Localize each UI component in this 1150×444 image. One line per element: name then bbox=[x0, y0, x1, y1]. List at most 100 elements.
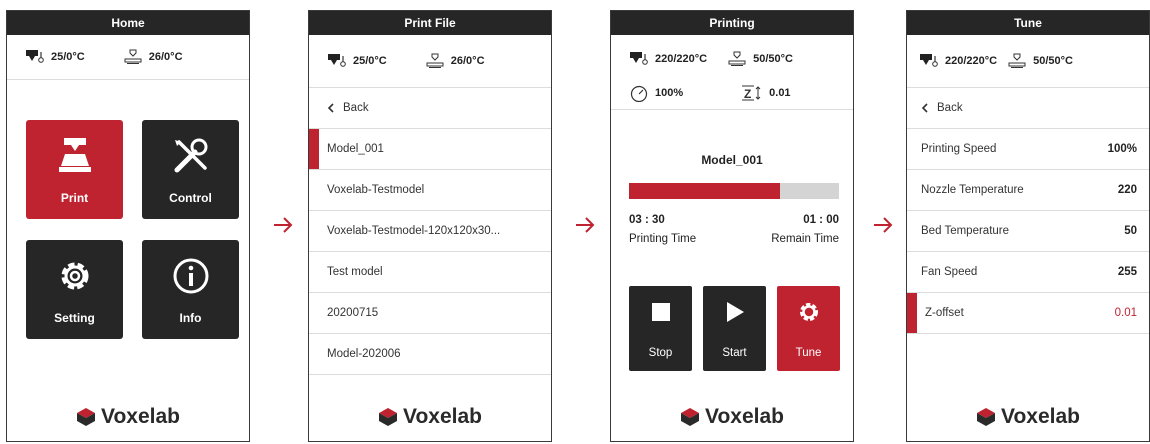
row-label: Fan Speed bbox=[921, 266, 978, 278]
stop-label: Stop bbox=[648, 347, 673, 359]
file-item[interactable]: Model-202006 bbox=[309, 334, 551, 375]
printing-title: Printing bbox=[611, 11, 853, 35]
row-label: Z-offset bbox=[925, 307, 964, 319]
bed-temp-value: 26/0°C bbox=[450, 55, 485, 67]
voxelab-logo-icon bbox=[379, 408, 397, 426]
file-item[interactable]: Voxelab-Testmodel bbox=[309, 170, 551, 211]
home-screen: Home 25/0°C 26/0°C Print Control Setting… bbox=[6, 10, 250, 442]
bed-temp: 50/50°C bbox=[1007, 53, 1073, 69]
chevron-left-icon bbox=[327, 103, 334, 113]
bed-icon bbox=[1008, 53, 1026, 68]
nozzle-temp: 220/220°C bbox=[919, 53, 997, 69]
print-speed: 100% bbox=[629, 84, 683, 102]
bed-icon bbox=[728, 51, 746, 66]
nozzle-temp: 25/0°C bbox=[25, 49, 85, 65]
tune-screen: Tune 220/220°C 50/50°C Back Printing Spe… bbox=[906, 10, 1150, 442]
home-title: Home bbox=[7, 11, 249, 35]
file-item[interactable]: Test model bbox=[309, 252, 551, 293]
temps-bar: 25/0°C 26/0°C bbox=[309, 35, 551, 87]
arrow-right-icon bbox=[576, 217, 595, 233]
info-tile-label: Info bbox=[179, 311, 202, 325]
bed-temp-value: 50/50°C bbox=[753, 53, 793, 65]
stop-button[interactable]: Stop bbox=[629, 286, 692, 371]
speed-z-bar: 100% Z 0.01 bbox=[611, 79, 853, 107]
file-name: Model_001 bbox=[327, 143, 384, 155]
z-offset: Z 0.01 bbox=[741, 84, 791, 102]
z-offset-row[interactable]: Z-offset 0.01 bbox=[907, 293, 1149, 334]
nozzle-icon bbox=[920, 54, 938, 67]
info-icon bbox=[173, 258, 208, 294]
file-item[interactable]: 20200715 bbox=[309, 293, 551, 334]
printing-speed-row[interactable]: Printing Speed 100% bbox=[907, 129, 1149, 170]
file-item[interactable]: Voxelab-Testmodel-120x120x30... bbox=[309, 211, 551, 252]
brand-name: Voxelab bbox=[705, 405, 784, 428]
print-speed-value: 100% bbox=[655, 87, 684, 99]
bed-temp-value: 26/0°C bbox=[148, 51, 183, 63]
voxelab-logo: Voxelab bbox=[7, 405, 249, 429]
fan-speed-row[interactable]: Fan Speed 255 bbox=[907, 252, 1149, 293]
print-tile[interactable]: Print bbox=[26, 120, 123, 219]
tune-button[interactable]: Tune bbox=[777, 286, 840, 371]
tune-title: Tune bbox=[907, 11, 1149, 35]
file-name: Voxelab-Testmodel-120x120x30... bbox=[327, 225, 501, 237]
bed-temp-value: 50/50°C bbox=[1033, 55, 1073, 67]
row-value: 220 bbox=[1117, 184, 1137, 196]
nozzle-temp-value: 25/0°C bbox=[51, 51, 85, 63]
tune-label: Tune bbox=[795, 347, 822, 359]
print-file-title: Print File bbox=[309, 11, 551, 35]
stop-icon bbox=[651, 303, 670, 321]
file-name: 20200715 bbox=[327, 307, 379, 319]
setting-tile[interactable]: Setting bbox=[26, 240, 123, 339]
play-icon bbox=[726, 302, 744, 322]
nozzle-temp-value: 25/0°C bbox=[353, 55, 387, 67]
row-value: 255 bbox=[1117, 266, 1137, 278]
back-button[interactable]: Back bbox=[309, 88, 551, 129]
file-name: Model-202006 bbox=[327, 348, 401, 360]
back-label: Back bbox=[343, 102, 369, 114]
voxelab-logo: Voxelab bbox=[907, 405, 1149, 429]
chevron-left-icon bbox=[921, 103, 928, 113]
bed-temperature-row[interactable]: Bed Temperature 50 bbox=[907, 211, 1149, 252]
row-value: 0.01 bbox=[1114, 307, 1137, 319]
control-tile-label: Control bbox=[169, 191, 212, 205]
progress-fill bbox=[629, 183, 781, 199]
progress-bar bbox=[629, 183, 839, 199]
start-button[interactable]: Start bbox=[703, 286, 766, 371]
print-file-screen: Print File 25/0°C 26/0°C Back Model_001 … bbox=[308, 10, 552, 442]
print-file-name: Model_001 bbox=[701, 153, 763, 167]
file-name: Voxelab-Testmodel bbox=[327, 184, 425, 196]
bed-icon bbox=[124, 49, 142, 64]
row-value: 50 bbox=[1124, 225, 1137, 237]
nozzle-icon bbox=[630, 52, 648, 65]
z-offset-value: 0.01 bbox=[769, 87, 791, 99]
printer-icon bbox=[58, 138, 91, 172]
arrow-right-icon bbox=[274, 217, 293, 233]
nozzle-icon bbox=[26, 50, 44, 63]
control-tile[interactable]: Control bbox=[142, 120, 239, 219]
row-label: Nozzle Temperature bbox=[921, 184, 1024, 196]
gear-icon bbox=[799, 303, 818, 321]
svg-text:Z: Z bbox=[744, 87, 751, 101]
gear-icon bbox=[61, 262, 88, 290]
file-item[interactable]: Model_001 bbox=[309, 129, 551, 170]
nozzle-temp: 25/0°C bbox=[327, 53, 387, 69]
bed-temp: 50/50°C bbox=[727, 51, 793, 67]
temps-bar: 220/220°C 50/50°C bbox=[611, 35, 853, 79]
setting-tile-label: Setting bbox=[54, 311, 95, 325]
nozzle-icon bbox=[328, 54, 346, 67]
file-name: Test model bbox=[327, 266, 383, 278]
voxelab-logo-icon bbox=[77, 408, 95, 426]
printing-screen: Printing 220/220°C 50/50°C 100% Z 0.01 M… bbox=[610, 10, 854, 442]
tools-icon bbox=[174, 138, 207, 173]
bed-icon bbox=[426, 53, 444, 68]
row-value: 100% bbox=[1107, 143, 1137, 155]
voxelab-logo-icon bbox=[681, 408, 699, 426]
voxelab-logo: Voxelab bbox=[611, 405, 853, 429]
nozzle-temp-value: 220/220°C bbox=[945, 55, 998, 67]
back-button[interactable]: Back bbox=[907, 88, 1149, 129]
printing-time-label: Printing Time bbox=[629, 233, 697, 245]
start-label: Start bbox=[722, 347, 747, 359]
brand-name: Voxelab bbox=[403, 405, 482, 428]
nozzle-temperature-row[interactable]: Nozzle Temperature 220 bbox=[907, 170, 1149, 211]
info-tile[interactable]: Info bbox=[142, 240, 239, 339]
